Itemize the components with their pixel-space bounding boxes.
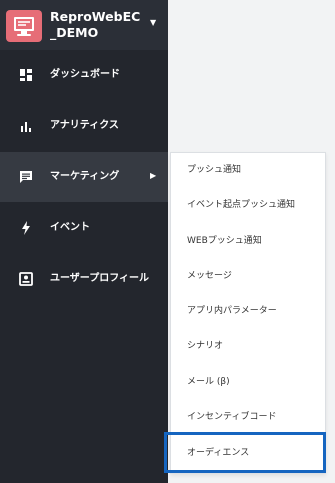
bar-chart-icon	[18, 118, 34, 134]
caret-down-icon[interactable]: ▼	[150, 18, 156, 27]
submenu-item-label: オーディエンス	[187, 448, 250, 458]
monitor-icon	[6, 10, 42, 42]
lightning-icon	[18, 220, 34, 236]
app-title: ReproWebEC_DEMO	[50, 9, 141, 40]
nav-item-label: ダッシュボード	[50, 69, 120, 80]
submenu-item-message[interactable]: メッセージ	[171, 259, 325, 294]
submenu-item-incentive-code[interactable]: インセンティブコード	[171, 400, 325, 435]
submenu-item-mail[interactable]: メール (β)	[171, 365, 325, 400]
submenu-item-label: メール (β)	[187, 377, 230, 387]
app-switcher[interactable]: ReproWebEC_DEMO ▼	[0, 0, 168, 50]
submenu-item-label: プッシュ通知	[187, 165, 242, 175]
submenu-item-in-app-parameter[interactable]: アプリ内パラメーター	[171, 294, 325, 329]
nav-item-label: マーケティング	[50, 171, 120, 182]
submenu-item-label: アプリ内パラメーター	[187, 306, 277, 316]
nav-item-dashboard[interactable]: ダッシュボード	[0, 50, 168, 100]
nav-item-label: ユーザープロフィール	[50, 273, 149, 284]
profile-icon	[18, 271, 34, 287]
nav-item-marketing[interactable]: マーケティング ▶	[0, 152, 168, 202]
submenu-item-label: メッセージ	[187, 271, 232, 281]
sidebar: ReproWebEC_DEMO ▼ ダッシュボード アナリティクス マーケティン…	[0, 0, 168, 483]
submenu-item-label: シナリオ	[187, 341, 224, 351]
nav-item-events[interactable]: イベント	[0, 203, 168, 253]
nav-item-label: アナリティクス	[50, 120, 119, 131]
submenu-item-push[interactable]: プッシュ通知	[171, 153, 325, 188]
message-icon	[18, 169, 34, 185]
submenu-item-scenario[interactable]: シナリオ	[171, 329, 325, 364]
nav-item-analytics[interactable]: アナリティクス	[0, 101, 168, 151]
chevron-right-icon: ▶	[150, 171, 157, 180]
submenu-item-web-push[interactable]: WEBプッシュ通知	[171, 224, 325, 259]
submenu-item-audience[interactable]: オーディエンス	[171, 436, 325, 471]
nav-item-user-profile[interactable]: ユーザープロフィール	[0, 254, 168, 304]
nav-item-label: イベント	[50, 222, 90, 233]
submenu-item-label: インセンティブコード	[187, 412, 277, 422]
marketing-submenu: プッシュ通知 イベント起点プッシュ通知 WEBプッシュ通知 メッセージ アプリ内…	[170, 152, 326, 474]
submenu-item-label: イベント起点プッシュ通知	[187, 200, 296, 210]
submenu-item-event-push[interactable]: イベント起点プッシュ通知	[171, 188, 325, 223]
submenu-item-label: WEBプッシュ通知	[187, 236, 262, 246]
dashboard-icon	[18, 67, 34, 83]
